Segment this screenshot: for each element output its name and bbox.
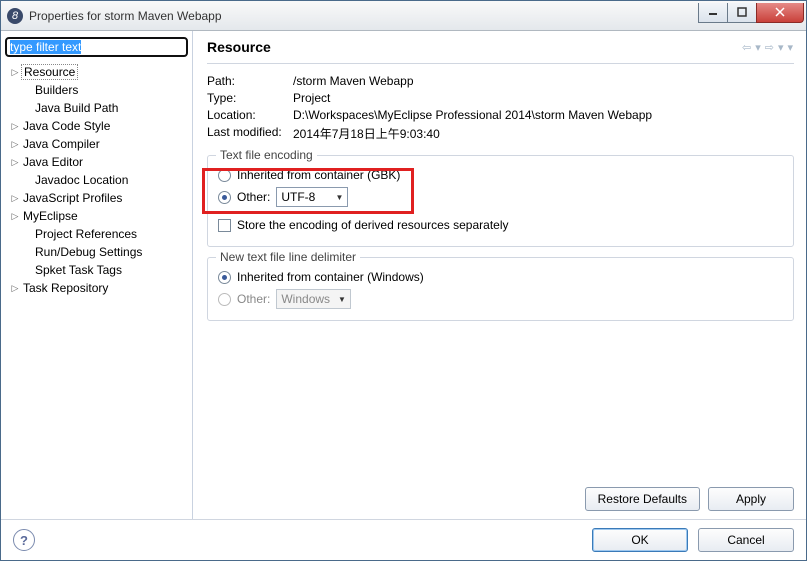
tree-item-resource[interactable]: ▷Resource — [5, 63, 188, 81]
close-button[interactable] — [756, 3, 804, 23]
chevron-down-icon: ▼ — [335, 193, 343, 202]
tree-item-project-references[interactable]: Project References — [5, 225, 188, 243]
expand-icon[interactable]: ▷ — [9, 193, 21, 204]
derived-checkbox[interactable] — [218, 219, 231, 232]
delimiter-inherited-radio[interactable] — [218, 271, 231, 284]
encoding-inherited-label: Inherited from container (GBK) — [237, 168, 400, 182]
tree-item-task-repository[interactable]: ▷Task Repository — [5, 279, 188, 297]
help-icon[interactable]: ? — [13, 529, 35, 551]
tree-item-java-editor[interactable]: ▷Java Editor — [5, 153, 188, 171]
dialog-body: ▷ResourceBuildersJava Build Path▷Java Co… — [1, 31, 806, 519]
encoding-other-radio[interactable] — [218, 191, 231, 204]
page-heading: Resource — [207, 39, 741, 55]
restore-defaults-button[interactable]: Restore Defaults — [585, 487, 700, 511]
encoding-other-label: Other: — [237, 190, 270, 204]
location-label: Location: — [207, 108, 293, 122]
filter-input[interactable] — [5, 37, 188, 57]
expand-icon[interactable]: ▷ — [9, 211, 21, 222]
apply-button[interactable]: Apply — [708, 487, 794, 511]
sidebar: ▷ResourceBuildersJava Build Path▷Java Co… — [1, 31, 193, 519]
tree-item-java-code-style[interactable]: ▷Java Code Style — [5, 117, 188, 135]
derived-label: Store the encoding of derived resources … — [237, 218, 509, 232]
forward-icon[interactable]: ⇨ — [764, 41, 775, 54]
cancel-button[interactable]: Cancel — [698, 528, 794, 552]
tree-item-spket-task-tags[interactable]: Spket Task Tags — [5, 261, 188, 279]
encoding-legend: Text file encoding — [216, 148, 317, 162]
tree-item-label: MyEclipse — [21, 209, 80, 223]
expand-icon[interactable]: ▷ — [9, 139, 21, 150]
app-icon: 8 — [7, 8, 23, 24]
tree-item-label: Javadoc Location — [33, 173, 130, 187]
tree-item-label: Resource — [21, 64, 78, 80]
location-value: D:\Workspaces\MyEclipse Professional 201… — [293, 108, 652, 122]
maximize-button[interactable] — [727, 3, 757, 23]
back-icon[interactable]: ⇦ — [741, 41, 752, 54]
encoding-combo[interactable]: UTF-8 ▼ — [276, 187, 348, 207]
delimiter-combo-value: Windows — [281, 292, 330, 306]
tree-item-label: Java Code Style — [21, 119, 112, 133]
path-label: Path: — [207, 74, 293, 88]
menu-icon[interactable]: ▾ — [786, 41, 794, 54]
tree-item-label: Java Editor — [21, 155, 85, 169]
ok-button[interactable]: OK — [592, 528, 688, 552]
tree-item-label: Run/Debug Settings — [33, 245, 144, 259]
tree-item-label: JavaScript Profiles — [21, 191, 124, 205]
expand-icon[interactable]: ▷ — [9, 121, 21, 132]
type-label: Type: — [207, 91, 293, 105]
path-value: /storm Maven Webapp — [293, 74, 414, 88]
expand-icon[interactable]: ▷ — [9, 283, 21, 294]
category-tree: ▷ResourceBuildersJava Build Path▷Java Co… — [5, 63, 188, 297]
minimize-button[interactable] — [698, 3, 728, 23]
tree-item-javascript-profiles[interactable]: ▷JavaScript Profiles — [5, 189, 188, 207]
tree-item-java-build-path[interactable]: Java Build Path — [5, 99, 188, 117]
window-controls — [699, 3, 804, 23]
tree-item-run-debug-settings[interactable]: Run/Debug Settings — [5, 243, 188, 261]
titlebar[interactable]: 8 Properties for storm Maven Webapp — [1, 1, 806, 31]
properties-dialog: 8 Properties for storm Maven Webapp ▷Res… — [0, 0, 807, 561]
tree-item-label: Spket Task Tags — [33, 263, 124, 277]
delimiter-legend: New text file line delimiter — [216, 250, 360, 264]
tree-item-java-compiler[interactable]: ▷Java Compiler — [5, 135, 188, 153]
nav-arrows: ⇦▾ ⇨▾ ▾ — [741, 41, 794, 54]
encoding-group: Text file encoding Inherited from contai… — [207, 155, 794, 247]
tree-item-label: Task Repository — [21, 281, 110, 295]
tree-item-javadoc-location[interactable]: Javadoc Location — [5, 171, 188, 189]
tree-item-label: Java Compiler — [21, 137, 102, 151]
modified-label: Last modified: — [207, 125, 293, 142]
expand-icon[interactable]: ▷ — [9, 157, 21, 168]
tree-item-builders[interactable]: Builders — [5, 81, 188, 99]
tree-item-label: Project References — [33, 227, 139, 241]
delimiter-other-radio[interactable] — [218, 293, 231, 306]
tree-item-label: Java Build Path — [33, 101, 120, 115]
chevron-down-icon[interactable]: ▾ — [777, 41, 785, 54]
properties-grid: Path:/storm Maven Webapp Type:Project Lo… — [207, 74, 794, 145]
expand-icon[interactable]: ▷ — [9, 67, 21, 78]
main-panel: Resource ⇦▾ ⇨▾ ▾ Path:/storm Maven Webap… — [193, 31, 806, 519]
dialog-footer: ? OK Cancel — [1, 519, 806, 560]
tree-item-myeclipse[interactable]: ▷MyEclipse — [5, 207, 188, 225]
delimiter-other-label: Other: — [237, 292, 270, 306]
delimiter-inherited-label: Inherited from container (Windows) — [237, 270, 424, 284]
encoding-inherited-radio[interactable] — [218, 169, 231, 182]
chevron-down-icon: ▼ — [338, 295, 346, 304]
type-value: Project — [293, 91, 330, 105]
delimiter-group: New text file line delimiter Inherited f… — [207, 257, 794, 321]
chevron-down-icon[interactable]: ▾ — [754, 41, 762, 54]
tree-item-label: Builders — [33, 83, 80, 97]
delimiter-combo: Windows ▼ — [276, 289, 351, 309]
encoding-combo-value: UTF-8 — [281, 190, 327, 204]
modified-value: 2014年7月18日上午9:03:40 — [293, 125, 440, 142]
window-title: Properties for storm Maven Webapp — [29, 9, 699, 23]
